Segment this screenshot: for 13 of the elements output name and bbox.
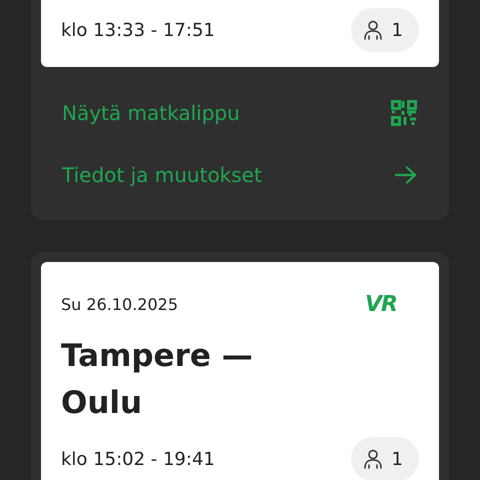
route-title: Tampere — Oulu	[61, 337, 254, 423]
person-icon	[362, 449, 383, 469]
action-link[interactable]: Näytä matkalippu	[41, 82, 439, 144]
action-link[interactable]: Tiedot ja muutokset	[41, 144, 439, 206]
person-icon	[362, 20, 383, 40]
passenger-count: 1	[350, 437, 419, 480]
logo: VR	[365, 292, 397, 316]
trip-time: klo 15:02 - 19:41	[61, 448, 215, 470]
qr-code-icon	[391, 100, 417, 126]
arrow-right-icon	[395, 166, 417, 184]
passenger-count: 1	[350, 8, 419, 52]
trip-date: Su 26.10.2025	[61, 294, 178, 314]
trip-time: klo 13:33 - 17:51	[61, 20, 215, 40]
